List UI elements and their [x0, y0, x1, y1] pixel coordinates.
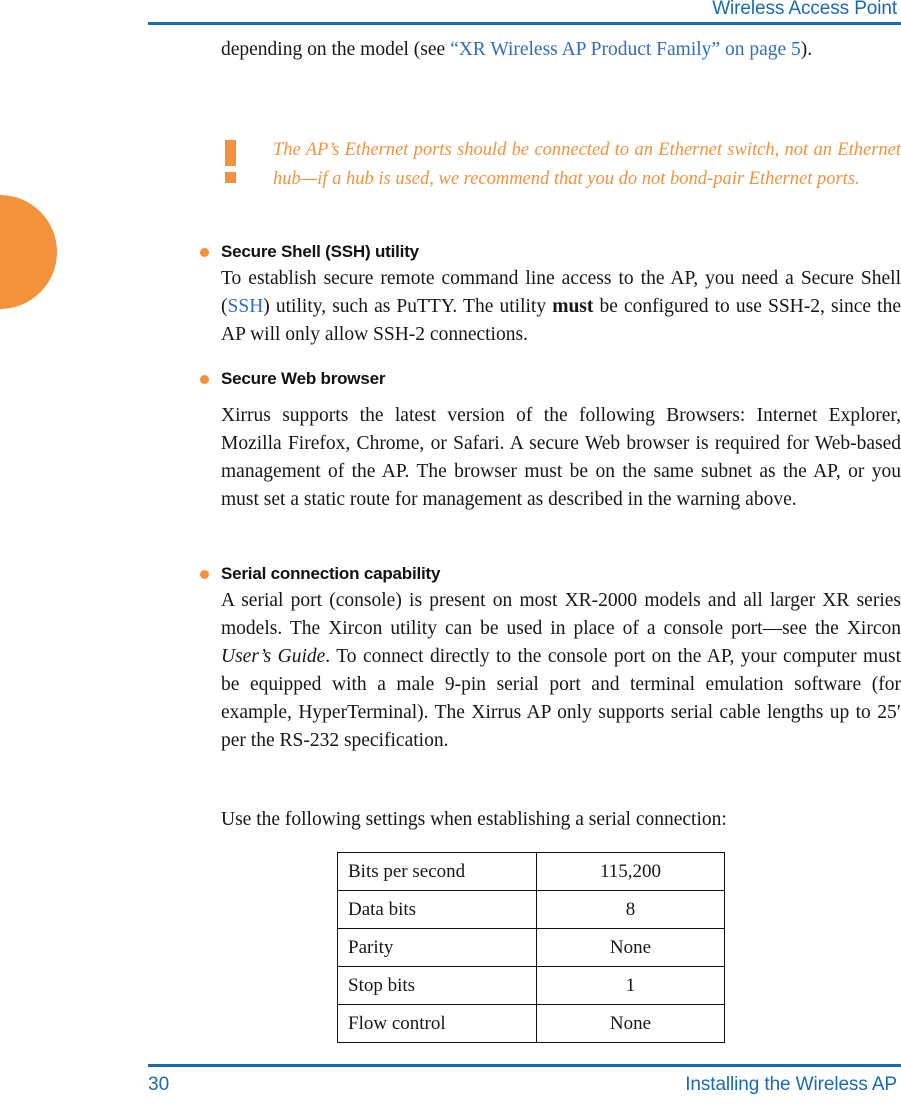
note-text: The AP’s Ethernet ports should be connec… — [273, 140, 901, 189]
table-cell-value: None — [536, 928, 725, 967]
cross-reference-link[interactable]: “XR Wireless AP Product Family” on page … — [450, 39, 801, 60]
list-item-heading: Secure Shell (SSH) utility — [221, 242, 419, 261]
table-cell-label: Flow control — [337, 1004, 537, 1043]
exclamation-dot — [225, 172, 236, 183]
intro-text-before: depending on the model (see — [221, 39, 451, 60]
ssh-text-part2: ) utility, such as PuTTY. The utility — [263, 296, 553, 317]
list-item-serial: Serial connection capability A serial po… — [200, 561, 901, 755]
serial-text-part1: A serial port (console) is present on mo… — [221, 590, 901, 639]
note-callout: The AP’s Ethernet ports should be connec… — [221, 136, 901, 193]
page-number: 30 — [148, 1074, 170, 1095]
intro-paragraph: depending on the model (see “XR Wireless… — [221, 36, 901, 64]
bullet-dot-icon — [200, 570, 209, 579]
table-cell-value: 115,200 — [536, 852, 725, 891]
table-row: Stop bits 1 — [337, 966, 725, 1005]
serial-settings-table-body: Bits per second 115,200 Data bits 8 Pari… — [337, 852, 725, 1043]
intro-paragraph-block: depending on the model (see “XR Wireless… — [221, 36, 901, 64]
list-item-paragraph: A serial port (console) is present on mo… — [221, 587, 901, 755]
intro-text-after: ). — [800, 39, 813, 60]
serial-settings-table: Bits per second 115,200 Data bits 8 Pari… — [337, 852, 725, 1043]
footer-divider-rule — [148, 1064, 901, 1067]
table-row: Bits per second 115,200 — [337, 852, 725, 891]
footer-section-title: Installing the Wireless AP — [685, 1074, 897, 1095]
table-cell-label: Stop bits — [337, 966, 537, 1005]
table-cell-value: 8 — [536, 890, 725, 929]
list-item-web-browser: Secure Web browser Xirrus supports the l… — [200, 366, 901, 514]
page-header: Wireless Access Point — [0, 0, 901, 30]
table-cell-label: Data bits — [337, 890, 537, 929]
chapter-thumb-tab — [0, 195, 57, 309]
pre-table-instruction: Use the following settings when establis… — [221, 809, 727, 830]
table-row: Data bits 8 — [337, 890, 725, 929]
table-cell-value: 1 — [536, 966, 725, 1005]
list-item-paragraph: To establish secure remote command line … — [221, 265, 901, 349]
ssh-text-must: must — [552, 296, 594, 317]
exclamation-icon — [221, 136, 273, 184]
table-row: Parity None — [337, 928, 725, 967]
header-divider-rule — [148, 22, 901, 25]
bullet-dot-icon — [200, 248, 209, 257]
list-item-heading: Serial connection capability — [221, 564, 441, 583]
list-item-heading: Secure Web browser — [221, 369, 386, 388]
bullet-dot-icon — [200, 375, 209, 384]
table-cell-label: Bits per second — [337, 852, 537, 891]
table-cell-value: None — [536, 1004, 725, 1043]
page-footer: 30 Installing the Wireless AP — [0, 1064, 901, 1114]
exclamation-stem — [225, 140, 236, 166]
page-header-title: Wireless Access Point — [712, 0, 897, 19]
xircon-guide-title: User’s Guide — [221, 646, 326, 667]
list-item-ssh: Secure Shell (SSH) utility To establish … — [200, 239, 901, 349]
table-row: Flow control None — [337, 1004, 725, 1043]
ssh-glossary-link[interactable]: SSH — [228, 296, 264, 317]
list-item-paragraph: Xirrus supports the latest version of th… — [221, 405, 901, 510]
table-cell-label: Parity — [337, 928, 537, 967]
